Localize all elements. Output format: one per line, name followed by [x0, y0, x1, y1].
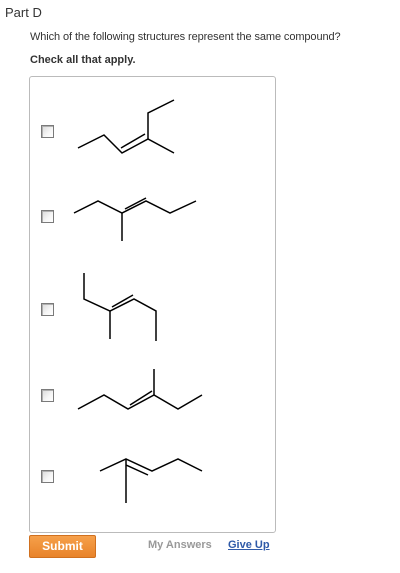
structure-2-image: [73, 197, 197, 241]
give-up-link[interactable]: Give Up: [228, 539, 270, 551]
structure-3-image: [83, 273, 157, 341]
instruction-text: Check all that apply.: [30, 54, 136, 66]
submit-button[interactable]: Submit: [29, 535, 96, 558]
choice-3-checkbox[interactable]: [41, 303, 54, 316]
structure-5-image: [99, 458, 203, 503]
answer-choices-box: [29, 76, 276, 533]
question-text: Which of the following structures repres…: [30, 31, 341, 43]
choice-5-checkbox[interactable]: [41, 470, 54, 483]
choice-4-checkbox[interactable]: [41, 389, 54, 402]
structure-1-image: [77, 99, 175, 154]
choice-1-checkbox[interactable]: [41, 125, 54, 138]
part-title: Part D: [5, 5, 42, 20]
choice-2-checkbox[interactable]: [41, 210, 54, 223]
structure-4-image: [77, 369, 203, 410]
my-answers-label: My Answers: [148, 539, 212, 551]
